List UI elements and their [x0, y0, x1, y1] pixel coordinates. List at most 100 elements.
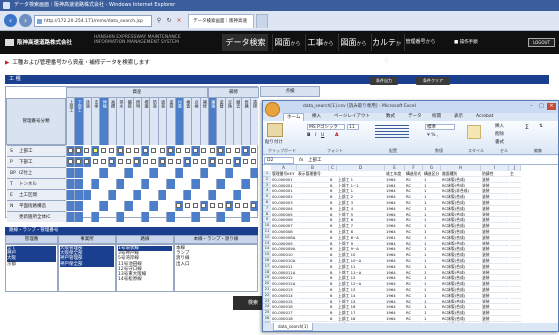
office-button-icon[interactable] — [265, 102, 280, 117]
tab-view[interactable]: 表示 — [451, 113, 466, 121]
grid-checkbox[interactable] — [167, 159, 173, 164]
grid-checkbox[interactable] — [184, 148, 190, 153]
grid-checkbox[interactable] — [201, 159, 207, 164]
grid-checkbox[interactable] — [251, 159, 257, 164]
grid-checkbox[interactable] — [101, 159, 107, 164]
list-office[interactable]: 全て 神戸 大阪 京都 — [5, 244, 58, 292]
grid-checkbox[interactable] — [209, 148, 215, 153]
formula-value[interactable]: 上部工 — [308, 156, 322, 165]
list-lane[interactable]: 本線 ランプ 渡り線 出入口 — [174, 244, 258, 292]
grid-checkbox[interactable] — [167, 148, 173, 153]
italic-icon[interactable]: I — [315, 133, 316, 138]
bold-icon[interactable]: B — [307, 133, 310, 138]
grid-checkbox[interactable] — [76, 159, 82, 164]
alignment-icon[interactable] — [375, 125, 409, 139]
tab-insert[interactable]: 挿入 — [309, 113, 324, 121]
clear-button[interactable]: 条件クリア — [416, 77, 450, 85]
grid-checkbox[interactable] — [109, 148, 115, 153]
sort-icon[interactable]: ⇅ — [539, 124, 543, 129]
grid-checkbox[interactable] — [234, 203, 240, 208]
grid-checkbox[interactable] — [242, 159, 248, 164]
help-link[interactable]: ■ 操作手順 — [454, 37, 478, 48]
grid-checkbox[interactable] — [117, 159, 123, 164]
font-size-select[interactable]: 11 — [347, 124, 359, 130]
grid-checkbox[interactable] — [176, 148, 182, 153]
tab-home[interactable]: ホーム — [283, 113, 305, 121]
grid-checkbox[interactable] — [184, 203, 190, 208]
grid-checkbox[interactable] — [109, 159, 115, 164]
grid-checkbox[interactable] — [134, 148, 140, 153]
tab-page-layout[interactable]: ページレイアウト — [331, 113, 373, 121]
grid-checkbox[interactable] — [126, 159, 132, 164]
tab-acrobat[interactable]: Acrobat — [473, 113, 496, 121]
minimize-icon[interactable]: – — [527, 103, 536, 110]
nav-construction[interactable]: 工事から — [305, 34, 335, 51]
list-item[interactable]: 京都 — [7, 262, 56, 267]
grid-checkbox[interactable] — [226, 148, 232, 153]
grid-checkbox[interactable] — [134, 159, 140, 164]
grid-checkbox[interactable] — [84, 159, 90, 164]
number-format-select[interactable]: 標準 — [425, 124, 455, 130]
paste-icon[interactable] — [267, 123, 283, 137]
grid-checkbox[interactable] — [159, 159, 165, 164]
grid-checkbox[interactable] — [184, 159, 190, 164]
browser-tab-active[interactable]: データ検索画面｜阪神高速道... — [188, 14, 254, 38]
maximize-icon[interactable]: □ — [537, 103, 546, 110]
nav-drawing-2[interactable]: 図面から — [338, 34, 368, 51]
list-item[interactable]: 出入口 — [176, 262, 256, 267]
grid-checkbox[interactable] — [226, 203, 232, 208]
grid-checkbox[interactable] — [142, 159, 148, 164]
grid-checkbox[interactable] — [126, 148, 132, 153]
list-item[interactable]: 14号松原線 — [118, 277, 172, 282]
list-route[interactable]: 1号環状線 3号神戸線 5号湾岸線 11号池田線 12号守口線 13号東大阪線 … — [116, 244, 174, 292]
grid-checkbox[interactable] — [251, 148, 257, 153]
insert-cell-button[interactable]: 挿入 — [495, 123, 504, 129]
grid-checkbox[interactable] — [67, 159, 73, 164]
list-division[interactable]: 大阪管理部 大阪保全部 神戸管理部 神戸保全部 — [58, 244, 116, 292]
font-select[interactable]: MS Pゴシック — [307, 124, 345, 130]
delete-cell-button[interactable]: 削除 — [495, 131, 504, 137]
grid-checkbox[interactable] — [209, 203, 215, 208]
grid-checkbox[interactable] — [117, 148, 123, 153]
grid-checkbox[interactable] — [217, 203, 223, 208]
grid-checkbox[interactable] — [209, 159, 215, 164]
grid-checkbox[interactable] — [142, 148, 148, 153]
spreadsheet-grid[interactable]: A B C D E F G H I J 1 管理番号KEY 表示管理番号 竣工年度 構造形式 構造区分 路面種別… — [263, 165, 558, 323]
search-icon[interactable]: ⚲ — [154, 15, 164, 27]
stop-icon[interactable]: × — [174, 15, 184, 27]
grid-checkbox[interactable] — [192, 159, 198, 164]
address-bar[interactable]: http://172.20.254.171/mms/data_search.js… — [34, 15, 152, 27]
sum-icon[interactable]: Σ — [525, 124, 529, 131]
grid-checkbox[interactable] — [101, 148, 107, 153]
font-color-icon[interactable]: A — [335, 133, 338, 138]
tab-review[interactable]: 校閲 — [429, 113, 444, 121]
close-icon[interactable]: × — [547, 103, 556, 110]
grid-checkbox[interactable] — [201, 148, 207, 153]
export-button[interactable]: 条件出力 — [370, 77, 398, 85]
grid-checkbox[interactable] — [84, 148, 90, 153]
grid-checkbox[interactable] — [201, 203, 207, 208]
underline-icon[interactable]: U — [321, 133, 324, 138]
grid-checkbox[interactable] — [176, 203, 182, 208]
grid-checkbox[interactable] — [151, 159, 157, 164]
nav-drawing[interactable]: 図面から — [272, 34, 302, 51]
format-cell-button[interactable]: 書式 — [495, 139, 504, 145]
grid-checkbox[interactable] — [192, 148, 198, 153]
list-item[interactable]: 神戸保全部 — [60, 261, 114, 267]
grid-checkbox[interactable] — [159, 148, 165, 153]
grid-checkbox[interactable] — [234, 148, 240, 153]
grid-checkbox[interactable] — [217, 148, 223, 153]
name-box[interactable]: D2 — [264, 157, 294, 164]
forward-icon[interactable]: › — [19, 14, 32, 27]
grid-checkbox[interactable] — [242, 148, 248, 153]
grid-checkbox[interactable] — [251, 203, 257, 208]
sheet-tab[interactable]: data_search[1] — [273, 323, 313, 331]
nav-management-number[interactable]: 管理番号から — [404, 34, 436, 51]
tab-formulas[interactable]: 数式 — [383, 113, 398, 121]
grid-checkbox[interactable] — [234, 159, 240, 164]
nav-chart[interactable]: カルテから — [371, 34, 401, 64]
nav-data-search[interactable]: データ検索 — [222, 34, 268, 51]
currency-icon[interactable]: ¥ % , — [427, 133, 438, 138]
grid-checkbox[interactable] — [226, 159, 232, 164]
grid-checkbox[interactable] — [67, 148, 73, 153]
